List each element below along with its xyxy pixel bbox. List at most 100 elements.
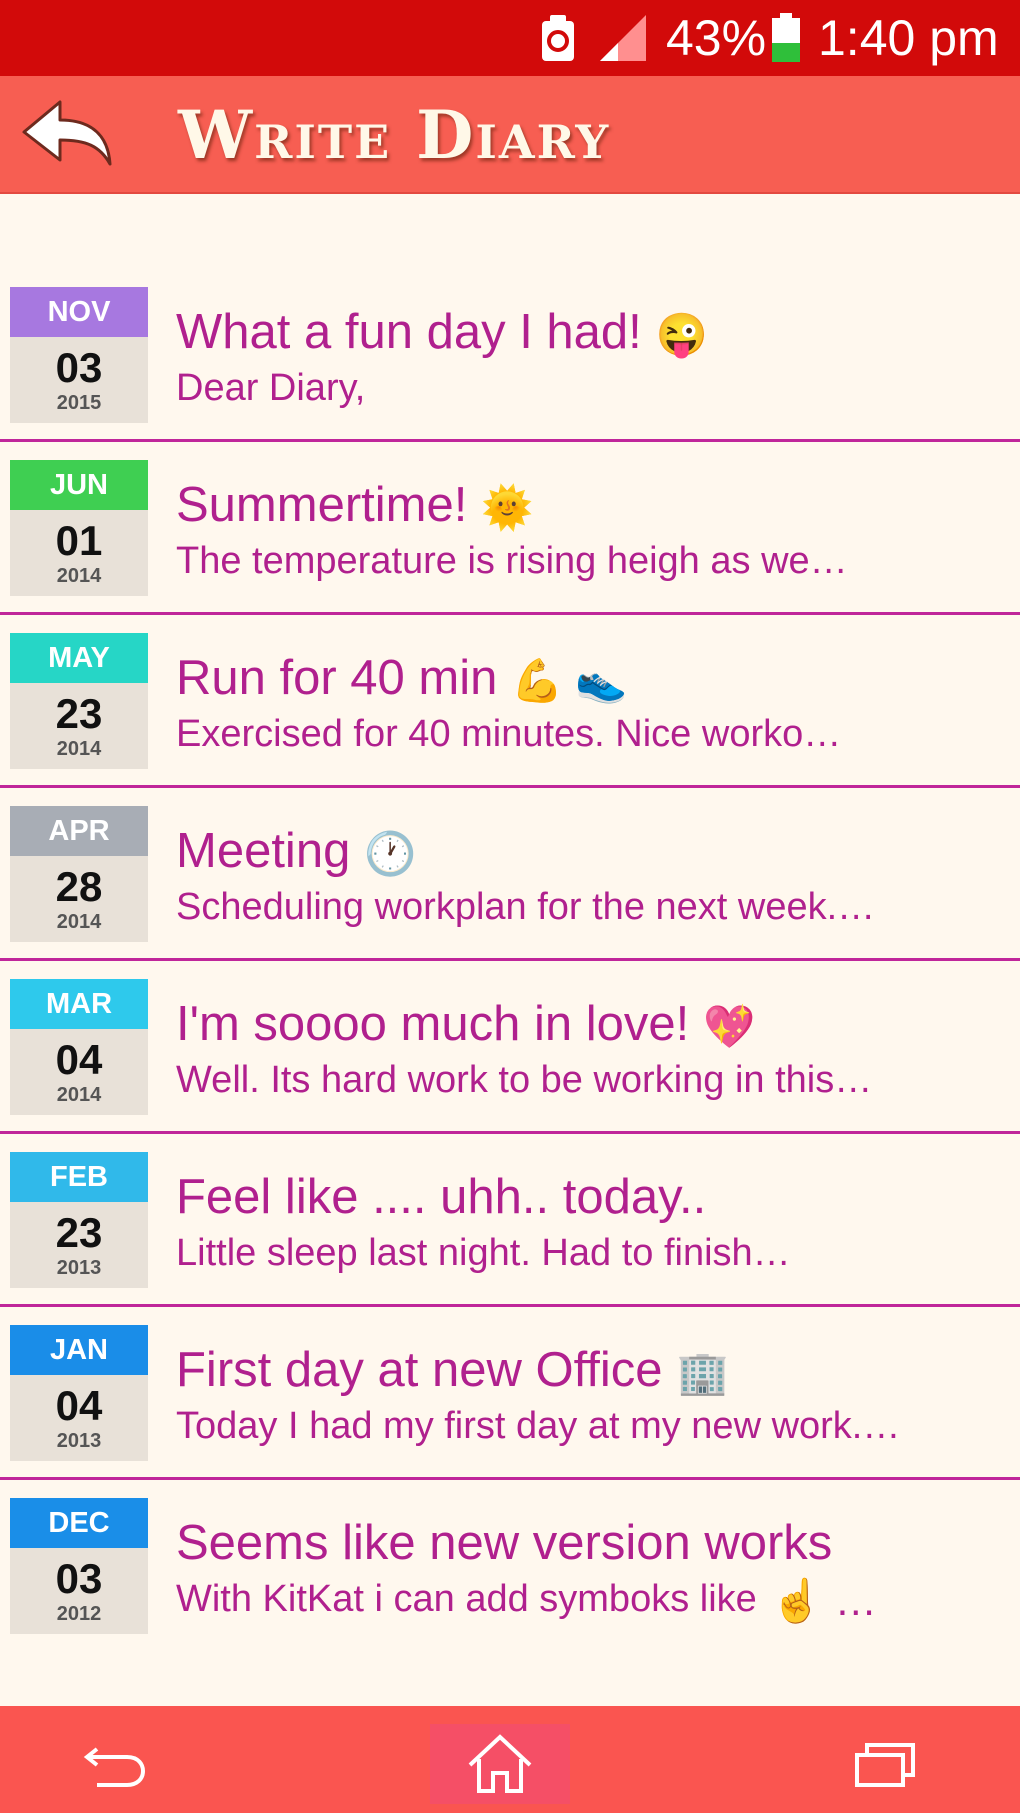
- entry-year: 2014: [56, 911, 102, 933]
- entry-year: 2014: [56, 565, 102, 587]
- entry-title: Feel like .... uhh.. today..: [176, 1167, 706, 1227]
- entry-divider: [0, 785, 1020, 788]
- entry-preview: Scheduling workplan for the next week.…: [176, 883, 875, 931]
- entry-title-text: I'm soooo much in love!: [176, 997, 690, 1051]
- entry-day: 03: [55, 1555, 103, 1602]
- entry-title: What a fun day I had! 😜: [176, 302, 708, 362]
- entry-day: 28: [55, 863, 103, 910]
- entry-month: DEC: [10, 1498, 148, 1548]
- diary-entry[interactable]: FEB 23 2013 Feel like .... uhh.. today..…: [0, 1141, 1020, 1314]
- title-emoji-icon: 💪 👟: [511, 657, 628, 705]
- entry-title-text: Feel like .... uhh.. today..: [176, 1170, 707, 1224]
- date-badge: NOV 03 2015: [10, 287, 148, 423]
- home-icon: [468, 1734, 532, 1793]
- recents-icon: [855, 1743, 915, 1787]
- entry-day: 23: [55, 690, 103, 737]
- diary-entry[interactable]: JUN 01 2014 Summertime! 🌞 The temperature…: [0, 449, 1020, 622]
- title-emoji-icon: 💖: [703, 1003, 756, 1051]
- system-nav-bar: [0, 1706, 1020, 1813]
- entry-day: 23: [55, 1209, 103, 1256]
- entry-preview: Dear Diary,: [176, 364, 365, 412]
- nav-home-button[interactable]: [430, 1724, 570, 1804]
- entry-divider: [0, 1304, 1020, 1307]
- entry-title: Run for 40 min 💪 👟: [176, 648, 628, 708]
- entry-day: 04: [55, 1036, 103, 1083]
- battery-percentage: 43%: [666, 10, 767, 66]
- entry-preview: Well. Its hard work to be working in thi…: [176, 1056, 872, 1104]
- diary-entry-list: NOV 03 2015 What a fun day I had! 😜 Dear …: [0, 276, 1020, 1660]
- entry-month: APR: [10, 806, 148, 856]
- nav-recents-button[interactable]: [820, 1724, 950, 1804]
- diary-entry[interactable]: DEC 03 2012 Seems like new version works…: [0, 1487, 1020, 1660]
- entry-preview-text: Exercised for 40 minutes. Nice worko…: [176, 713, 842, 755]
- title-emoji-icon: 🌞: [481, 484, 534, 532]
- entry-divider: [0, 439, 1020, 442]
- entry-preview-text: Little sleep last night. Had to finish…: [176, 1232, 791, 1274]
- signal-icon: [598, 0, 648, 76]
- entry-divider: [0, 1131, 1020, 1134]
- entry-year: 2014: [56, 738, 102, 760]
- date-badge: JUN 01 2014: [10, 460, 148, 596]
- diary-entry[interactable]: APR 28 2014 Meeting 🕐 Scheduling workplan…: [0, 795, 1020, 968]
- entry-month: JUN: [10, 460, 148, 510]
- date-badge: MAR 04 2014: [10, 979, 148, 1115]
- storage-cleaner-icon: [538, 0, 578, 76]
- status-bar: 43% 1:40 pm: [0, 0, 1020, 76]
- date-badge: DEC 03 2012: [10, 1498, 148, 1634]
- entry-title-text: First day at new Office: [176, 1343, 663, 1397]
- date-badge: JAN 04 2013: [10, 1325, 148, 1461]
- title-emoji-icon: 🕐: [364, 830, 417, 878]
- entry-day: 04: [55, 1382, 103, 1429]
- date-badge: FEB 23 2013: [10, 1152, 148, 1288]
- title-emoji-icon: 😜: [655, 311, 709, 359]
- page-title: Write Diary: [178, 96, 611, 174]
- entry-year: 2014: [56, 1084, 102, 1106]
- battery-icon: [770, 0, 802, 76]
- diary-entry[interactable]: MAR 04 2014 I'm soooo much in love! 💖 Wel…: [0, 968, 1020, 1141]
- back-button[interactable]: [20, 94, 116, 174]
- entry-title: Summertime! 🌞: [176, 475, 534, 535]
- entry-title-text: Meeting: [176, 824, 351, 878]
- entry-title-text: Seems like new version works: [176, 1516, 833, 1570]
- entry-preview-text: With KitKat i can add symboks like: [176, 1578, 757, 1620]
- diary-entry[interactable]: NOV 03 2015 What a fun day I had! 😜 Dear …: [0, 276, 1020, 449]
- entry-month: MAY: [10, 633, 148, 683]
- entry-preview: Exercised for 40 minutes. Nice worko…: [176, 710, 841, 758]
- clock: 1:40 pm: [818, 10, 999, 66]
- preview-emoji-icon: ☝ …: [770, 1576, 877, 1624]
- entry-title-text: Run for 40 min: [176, 651, 498, 705]
- date-badge: MAY 23 2014: [10, 633, 148, 769]
- entry-year: 2013: [56, 1430, 102, 1452]
- entry-preview: Today I had my first day at my new work.…: [176, 1402, 900, 1450]
- entry-month: NOV: [10, 287, 148, 337]
- entry-month: MAR: [10, 979, 148, 1029]
- entry-preview-text: Well. Its hard work to be working in thi…: [176, 1059, 873, 1101]
- entry-preview-text: Scheduling workplan for the next week.…: [176, 886, 876, 928]
- nav-back-button[interactable]: [50, 1724, 180, 1804]
- entry-title-text: Summertime!: [176, 478, 468, 532]
- title-emoji-icon: 🏢: [676, 1349, 729, 1397]
- entry-title: Meeting 🕐: [176, 821, 417, 881]
- diary-entry[interactable]: MAY 23 2014 Run for 40 min 💪 👟 Exercised …: [0, 622, 1020, 795]
- entry-year: 2013: [56, 1257, 102, 1279]
- entry-title: Seems like new version works: [176, 1513, 832, 1573]
- entry-day: 01: [55, 517, 103, 564]
- entry-preview: The temperature is rising heigh as we…: [176, 537, 848, 585]
- entry-preview-text: Today I had my first day at my new work.…: [176, 1405, 901, 1447]
- entry-preview-text: Dear Diary,: [176, 367, 366, 409]
- entry-divider: [0, 612, 1020, 615]
- entry-title: First day at new Office 🏢: [176, 1340, 729, 1400]
- date-badge: APR 28 2014: [10, 806, 148, 942]
- diary-entry[interactable]: JAN 04 2013 First day at new Office 🏢 Tod…: [0, 1314, 1020, 1487]
- app-header: Write Diary: [0, 76, 1020, 194]
- entry-preview: With KitKat i can add symboks like ☝ …: [176, 1575, 877, 1625]
- entry-preview-text: The temperature is rising heigh as we…: [176, 540, 848, 582]
- entry-divider: [0, 958, 1020, 961]
- entry-divider: [0, 1477, 1020, 1480]
- entry-year: 2015: [56, 392, 102, 414]
- entry-title-text: What a fun day I had!: [176, 305, 642, 359]
- entry-preview: Little sleep last night. Had to finish…: [176, 1229, 791, 1277]
- entry-title: I'm soooo much in love! 💖: [176, 994, 756, 1054]
- entry-month: JAN: [10, 1325, 148, 1375]
- back-arrow-icon: [22, 100, 112, 166]
